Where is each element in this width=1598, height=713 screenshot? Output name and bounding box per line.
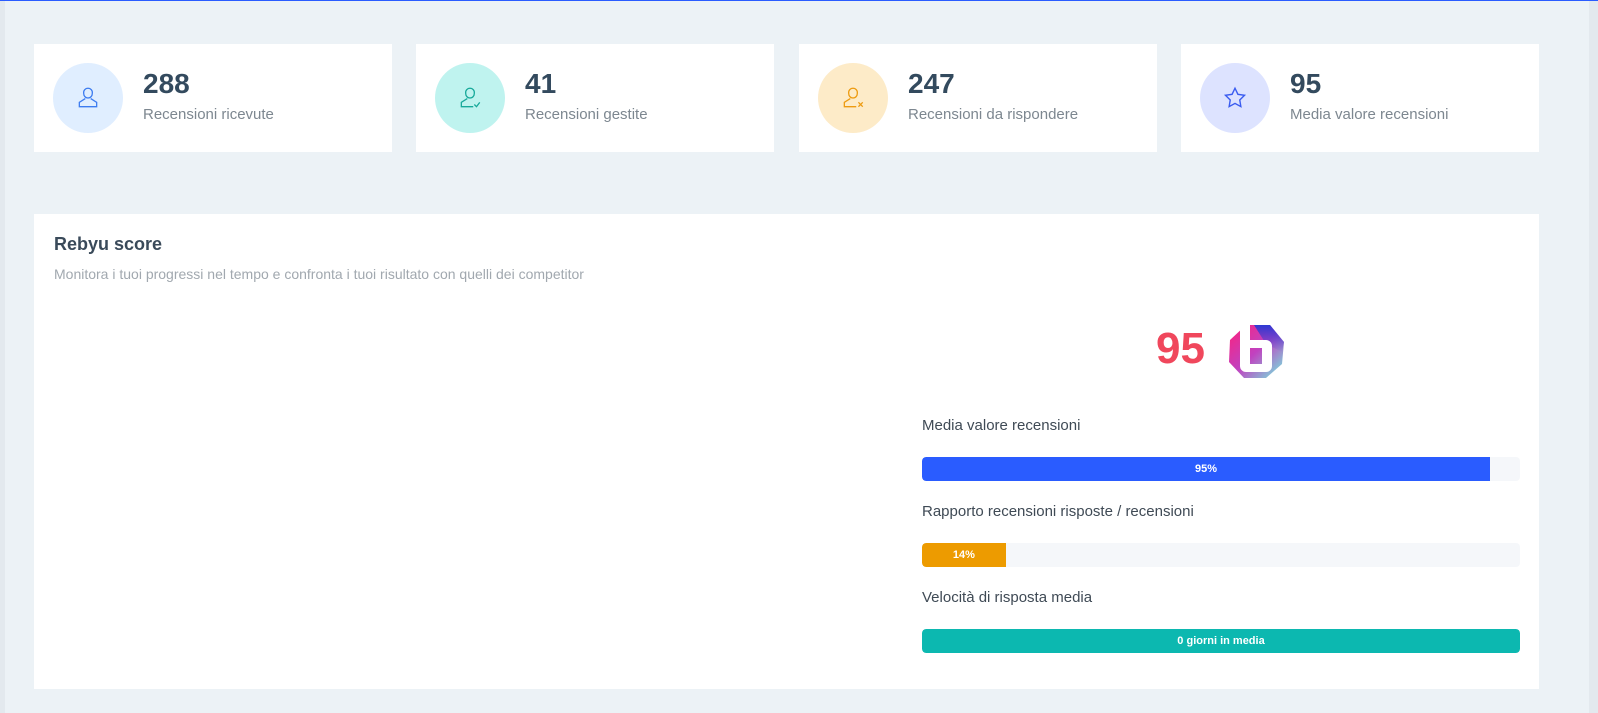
stat-card-to-answer: 247 Recensioni da rispondere [799,44,1157,152]
stat-label: Media valore recensioni [1290,106,1449,123]
progress-fill: 14% [922,543,1006,567]
stat-value: 288 [143,68,190,99]
stat-card-managed: 41 Recensioni gestite [416,44,774,152]
rebyu-logo [1229,324,1284,378]
user-check-icon [435,63,505,133]
stat-label: Recensioni da rispondere [908,106,1079,123]
stat-value: 95 [1290,68,1322,99]
stat-label: Recensioni ricevute [143,106,274,123]
stat-value: 247 [908,68,955,99]
metric-label: Media valore recensioni [922,417,1081,434]
stat-value: 41 [525,68,557,99]
star-icon [1200,63,1270,133]
metric-label: Velocità di risposta media [922,589,1093,606]
panel-subtitle: Monitora i tuoi progressi nel tempo e co… [54,266,584,282]
rebyu-score-value: 95 [1156,324,1205,373]
metric-label: Rapporto recensioni risposte / recension… [922,503,1194,520]
stat-card-average: 95 Media valore recensioni [1181,44,1539,152]
left-edge [0,1,5,713]
panel-title: Rebyu score [54,234,163,254]
stat-card-received: 288 Recensioni ricevute [34,44,392,152]
progress-bar-average: 95% [922,457,1520,481]
progress-bar-response-speed: 0 giorni in media [922,629,1520,653]
user-icon [53,63,123,133]
scrollbar[interactable] [1589,1,1598,713]
stat-label: Recensioni gestite [525,106,648,123]
rebyu-score-panel: Rebyu score Monitora i tuoi progressi ne… [34,214,1539,689]
progress-bar-reply-ratio: 14% [922,543,1520,567]
progress-fill: 0 giorni in media [922,629,1520,653]
progress-fill: 95% [922,457,1491,481]
user-x-icon [818,63,888,133]
